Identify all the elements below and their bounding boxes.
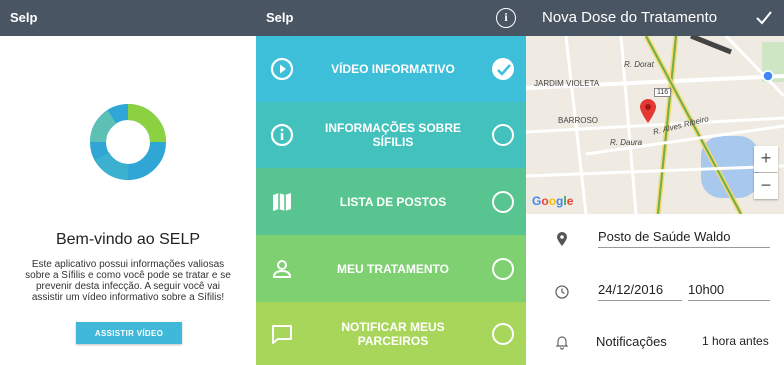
app-bar: Selp i [256,0,526,36]
datetime-row: 24/12/2016 10h00 [526,282,784,312]
info-circle-icon[interactable]: i [496,8,516,28]
app-title: Selp [266,10,294,25]
menu-item-label: MEU TRATAMENTO [306,262,480,276]
route-badge: 116 [654,88,672,97]
google-attribution: Google [532,194,574,208]
notifications-value[interactable]: 1 hora antes [702,334,769,348]
menu-item-info[interactable]: INFORMAÇÕES SOBRE SÍFILIS [256,102,526,168]
my-location-icon [762,70,774,82]
notifications-row[interactable]: Notificações 1 hora antes [526,334,784,358]
new-dose-screen: Nova Dose do Tratamento JARDIM VIOLETA R… [526,0,784,365]
menu-item-label: NOTIFICAR MEUS PARCEIROS [306,320,480,348]
selp-logo [90,104,166,180]
app-bar: Nova Dose do Tratamento [526,0,784,36]
label-line: PARCEIROS [357,333,429,348]
map-label: R. Dorat [624,60,654,69]
label-line: NOTIFICAR MEUS [341,319,445,334]
time-field[interactable]: 10h00 [688,282,770,301]
label-line: LISTA DE POSTOS [339,194,447,209]
place-icon [557,232,567,246]
clock-icon [555,285,569,299]
menu-item-video[interactable]: VÍDEO INFORMATIVO [256,36,526,102]
location-pin-icon [640,99,656,123]
location-field[interactable]: Posto de Saúde Waldo [598,229,770,248]
map-label: R. Daura [610,138,643,147]
menu-screen: Selp i VÍDEO INFORMATIVO INFORMAÇÕES SOB… [256,0,526,365]
label-line: INFORMAÇÕES SOBRE [324,121,461,135]
welcome-heading: Bem-vindo ao SELP [55,231,201,248]
pending-circle-icon [492,322,514,345]
bell-icon [555,336,569,350]
check-icon[interactable] [754,8,774,28]
menu-item-postos[interactable]: LISTA DE POSTOS [256,168,526,235]
label-line: MEU TRATAMENTO [337,261,449,276]
date-field[interactable]: 24/12/2016 [598,282,682,301]
description-line: prevenir desta infecção. A seguir você v… [36,281,220,292]
map-label: JARDIM VIOLETA [534,79,600,88]
label-line: SÍFILIS [372,135,414,149]
info-icon [270,123,294,147]
menu-item-label: INFORMAÇÕES SOBRE SÍFILIS [306,121,480,149]
location-row: Posto de Saúde Waldo [526,229,784,259]
map-roads [526,36,784,214]
pending-circle-icon [492,190,514,213]
welcome-description: Este aplicativo possui informações valio… [6,259,250,303]
map-label: BARROSO [558,116,599,125]
pending-circle-icon [492,124,514,146]
menu-item-label: LISTA DE POSTOS [306,195,480,209]
screen-title: Nova Dose do Tratamento [542,9,718,26]
label-line: VÍDEO INFORMATIVO [331,62,455,76]
person-icon [272,259,292,278]
watch-video-button[interactable]: ASSISTIR VÍDEO [76,322,182,344]
app-title: Selp [10,10,38,25]
app-bar: Selp [0,0,256,36]
welcome-screen: Selp Bem-vindo ao SELP Este aplicativo p… [0,0,256,365]
menu-item-label: VÍDEO INFORMATIVO [306,62,480,76]
description-line: assistir um vídeo informativo sobre a Sí… [31,292,225,303]
message-icon [272,324,292,344]
pending-circle-icon [492,257,514,280]
zoom-in-button[interactable]: + [754,146,778,172]
description-line: sobre a Sífilis e como você pode se trat… [25,270,231,281]
map-view[interactable]: JARDIM VIOLETA R. Dorat BARROSO R. Daura… [526,36,784,214]
notifications-label: Notificações [596,334,667,349]
map-icon [273,192,291,211]
completed-check-icon [492,58,514,80]
menu-item-tratamento[interactable]: MEU TRATAMENTO [256,235,526,302]
menu-item-parceiros[interactable]: NOTIFICAR MEUS PARCEIROS [256,302,526,365]
play-icon [270,57,294,81]
description-line: Este aplicativo possui informações valio… [31,259,225,270]
zoom-out-button[interactable]: − [754,173,778,199]
